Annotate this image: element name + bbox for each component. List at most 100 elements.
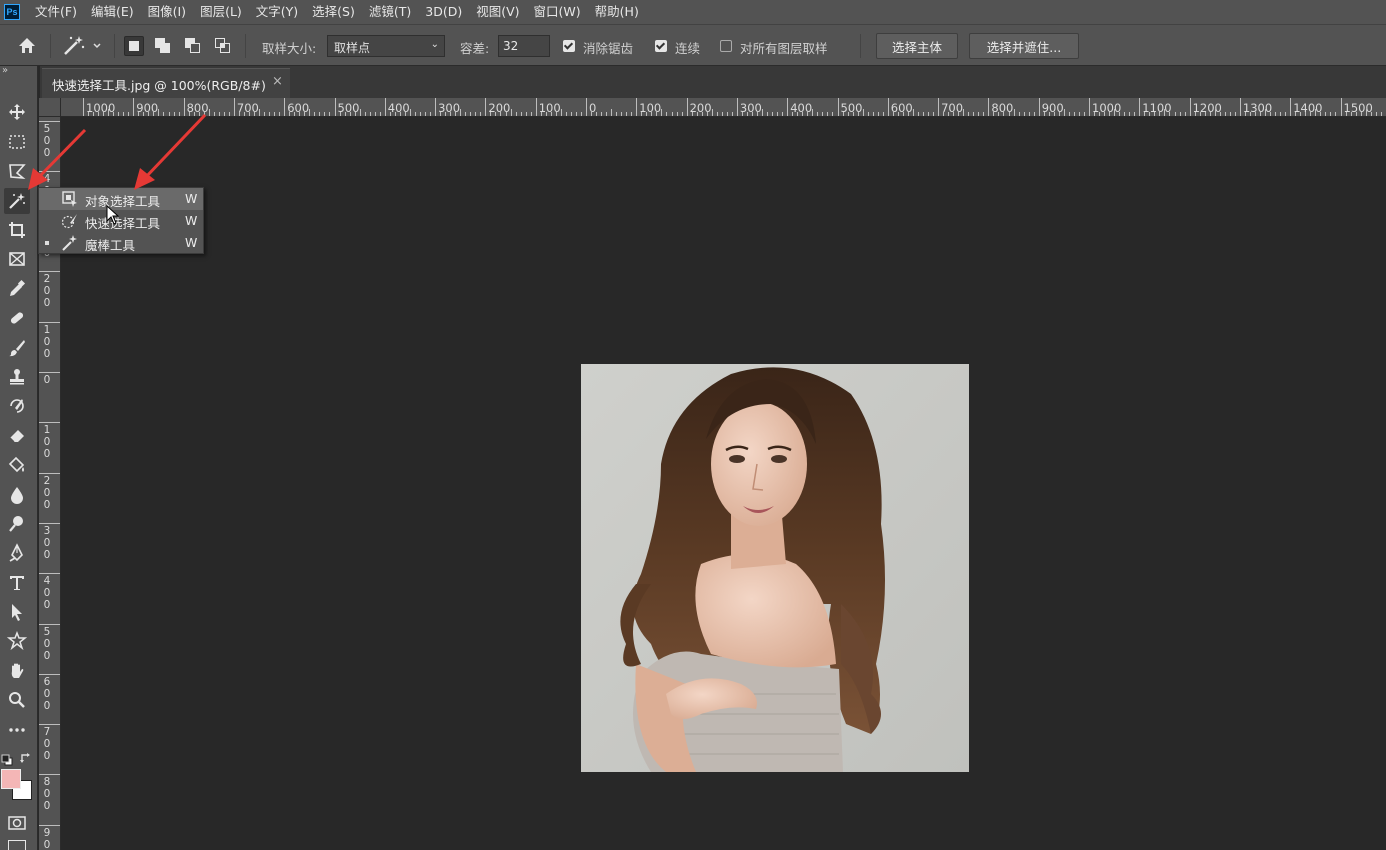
menu-image[interactable]: 图像(I) bbox=[141, 0, 193, 24]
menu-file[interactable]: 文件(F) bbox=[28, 0, 84, 24]
ruler-minor-tick bbox=[178, 112, 180, 116]
select-subject-button[interactable]: 选择主体 bbox=[876, 33, 958, 59]
ruler-tick bbox=[837, 98, 839, 116]
default-colors-icon[interactable] bbox=[1, 751, 13, 766]
select-and-mask-button[interactable]: 选择并遮住... bbox=[969, 33, 1079, 59]
ruler-label: 1400 bbox=[1293, 101, 1323, 115]
ruler-minor-tick bbox=[1179, 112, 1181, 116]
menu-select[interactable]: 选择(S) bbox=[305, 0, 362, 24]
menu-layer[interactable]: 图层(L) bbox=[193, 0, 249, 24]
blur-tool[interactable] bbox=[4, 482, 30, 508]
tool-preset-picker[interactable] bbox=[62, 34, 106, 58]
ruler-minor-tick bbox=[168, 112, 170, 116]
anti-alias-label: 消除锯齿 bbox=[583, 41, 634, 56]
edit-toolbar-button[interactable] bbox=[4, 717, 30, 743]
ruler-minor-tick bbox=[867, 112, 869, 116]
menu-type[interactable]: 文字(Y) bbox=[249, 0, 305, 24]
ruler-tick bbox=[686, 98, 688, 116]
hand-tool[interactable] bbox=[4, 658, 30, 684]
lasso-tool[interactable] bbox=[4, 158, 30, 184]
stamp-icon bbox=[10, 369, 24, 385]
new-selection-button[interactable] bbox=[124, 36, 144, 56]
brush-tool[interactable] bbox=[4, 335, 30, 361]
screen-mode-icon[interactable] bbox=[8, 840, 26, 850]
menu-help[interactable]: 帮助(H) bbox=[588, 0, 646, 24]
zoom-tool[interactable] bbox=[4, 687, 30, 713]
clone-stamp-tool[interactable] bbox=[4, 364, 30, 390]
menu-view[interactable]: 视图(V) bbox=[469, 0, 526, 24]
ruler-minor-tick bbox=[601, 112, 603, 116]
crop-tool[interactable] bbox=[4, 217, 30, 243]
type-tool[interactable] bbox=[4, 570, 30, 596]
ruler-minor-tick bbox=[1129, 112, 1131, 116]
menu-filter[interactable]: 滤镜(T) bbox=[362, 0, 418, 24]
history-brush-tool[interactable] bbox=[4, 393, 30, 419]
flyout-item-magic-wand[interactable]: 魔棒工具 W bbox=[39, 232, 203, 254]
dodge-tool[interactable] bbox=[4, 511, 30, 537]
separator bbox=[114, 34, 115, 58]
move-tool[interactable] bbox=[4, 99, 30, 125]
intersect-selection-button[interactable] bbox=[213, 36, 233, 56]
home-icon[interactable] bbox=[16, 35, 38, 57]
ruler-label: 300 bbox=[739, 101, 762, 115]
anti-alias-checkbox[interactable] bbox=[563, 40, 575, 52]
ruler-minor-tick bbox=[128, 112, 130, 116]
ruler-label: 200 bbox=[488, 101, 511, 115]
ruler-minor-tick bbox=[666, 112, 668, 116]
tolerance-input[interactable]: 32 bbox=[498, 35, 550, 57]
pen-tool[interactable] bbox=[4, 540, 30, 566]
paint-bucket-tool[interactable] bbox=[4, 452, 30, 478]
document-tab[interactable]: 快速选择工具.jpg @ 100%(RGB/8#) × bbox=[42, 68, 290, 98]
ruler-minor-tick bbox=[515, 112, 517, 116]
sample-all-layers-checkbox[interactable] bbox=[720, 40, 732, 52]
menu-window[interactable]: 窗口(W) bbox=[527, 0, 588, 24]
ruler-minor-tick bbox=[460, 109, 462, 116]
menu-3d[interactable]: 3D(D) bbox=[418, 0, 469, 24]
collapse-panel-icon[interactable]: » bbox=[2, 65, 8, 76]
subtract-from-selection-button[interactable] bbox=[183, 36, 203, 56]
menu-edit[interactable]: 编辑(E) bbox=[84, 0, 141, 24]
ruler-tick bbox=[39, 724, 60, 726]
eraser-tool[interactable] bbox=[4, 423, 30, 449]
sample-size-select[interactable]: 取样点 ⌄ bbox=[327, 35, 445, 57]
ruler-minor-tick bbox=[289, 112, 291, 116]
ruler-minor-tick bbox=[264, 112, 266, 116]
ruler-minor-tick bbox=[93, 112, 95, 116]
contiguous-checkbox[interactable] bbox=[655, 40, 667, 52]
ruler-minor-tick bbox=[354, 112, 356, 116]
ruler-minor-tick bbox=[228, 112, 230, 116]
foreground-color-swatch[interactable] bbox=[1, 769, 21, 789]
add-to-selection-button[interactable] bbox=[153, 36, 173, 56]
ruler-minor-tick bbox=[882, 112, 884, 116]
marquee-tool[interactable] bbox=[4, 129, 30, 155]
ruler-minor-tick bbox=[450, 112, 452, 116]
ruler-tick bbox=[1089, 98, 1090, 116]
ruler-label: 100 bbox=[639, 101, 662, 115]
ruler-minor-tick bbox=[1355, 112, 1357, 116]
ruler-minor-tick bbox=[148, 112, 150, 116]
ruler-minor-tick bbox=[701, 112, 703, 116]
ruler-tick bbox=[39, 372, 60, 373]
ruler-minor-tick bbox=[1295, 112, 1297, 116]
flyout-item-label: 快速选择工具 bbox=[85, 216, 161, 231]
ruler-label: 1300 bbox=[1242, 101, 1273, 115]
flyout-item-quick-selection[interactable]: 快速选择工具 W bbox=[39, 210, 203, 232]
eyedropper-tool[interactable] bbox=[4, 276, 30, 302]
shape-tool[interactable] bbox=[4, 628, 30, 654]
swap-colors-icon[interactable] bbox=[19, 750, 33, 764]
quick-mask-button[interactable] bbox=[4, 810, 30, 836]
path-selection-tool[interactable] bbox=[4, 599, 30, 625]
ruler-tick bbox=[233, 98, 235, 116]
ruler-minor-tick bbox=[897, 112, 899, 116]
selection-tools-flyout: 对象选择工具 W 快速选择工具 W 魔棒工具 W bbox=[38, 187, 204, 254]
healing-brush-tool[interactable] bbox=[4, 305, 30, 331]
magic-wand-tool[interactable] bbox=[4, 188, 30, 214]
tolerance-label: 容差: bbox=[460, 41, 490, 56]
flyout-item-object-selection[interactable]: 对象选择工具 W bbox=[39, 188, 203, 210]
ruler-minor-tick bbox=[98, 112, 100, 116]
ruler-minor-tick bbox=[731, 112, 733, 116]
canvas-image[interactable] bbox=[581, 364, 969, 772]
tools-panel: » bbox=[0, 65, 38, 850]
frame-tool[interactable] bbox=[4, 246, 30, 272]
close-tab-icon[interactable]: × bbox=[272, 74, 283, 89]
